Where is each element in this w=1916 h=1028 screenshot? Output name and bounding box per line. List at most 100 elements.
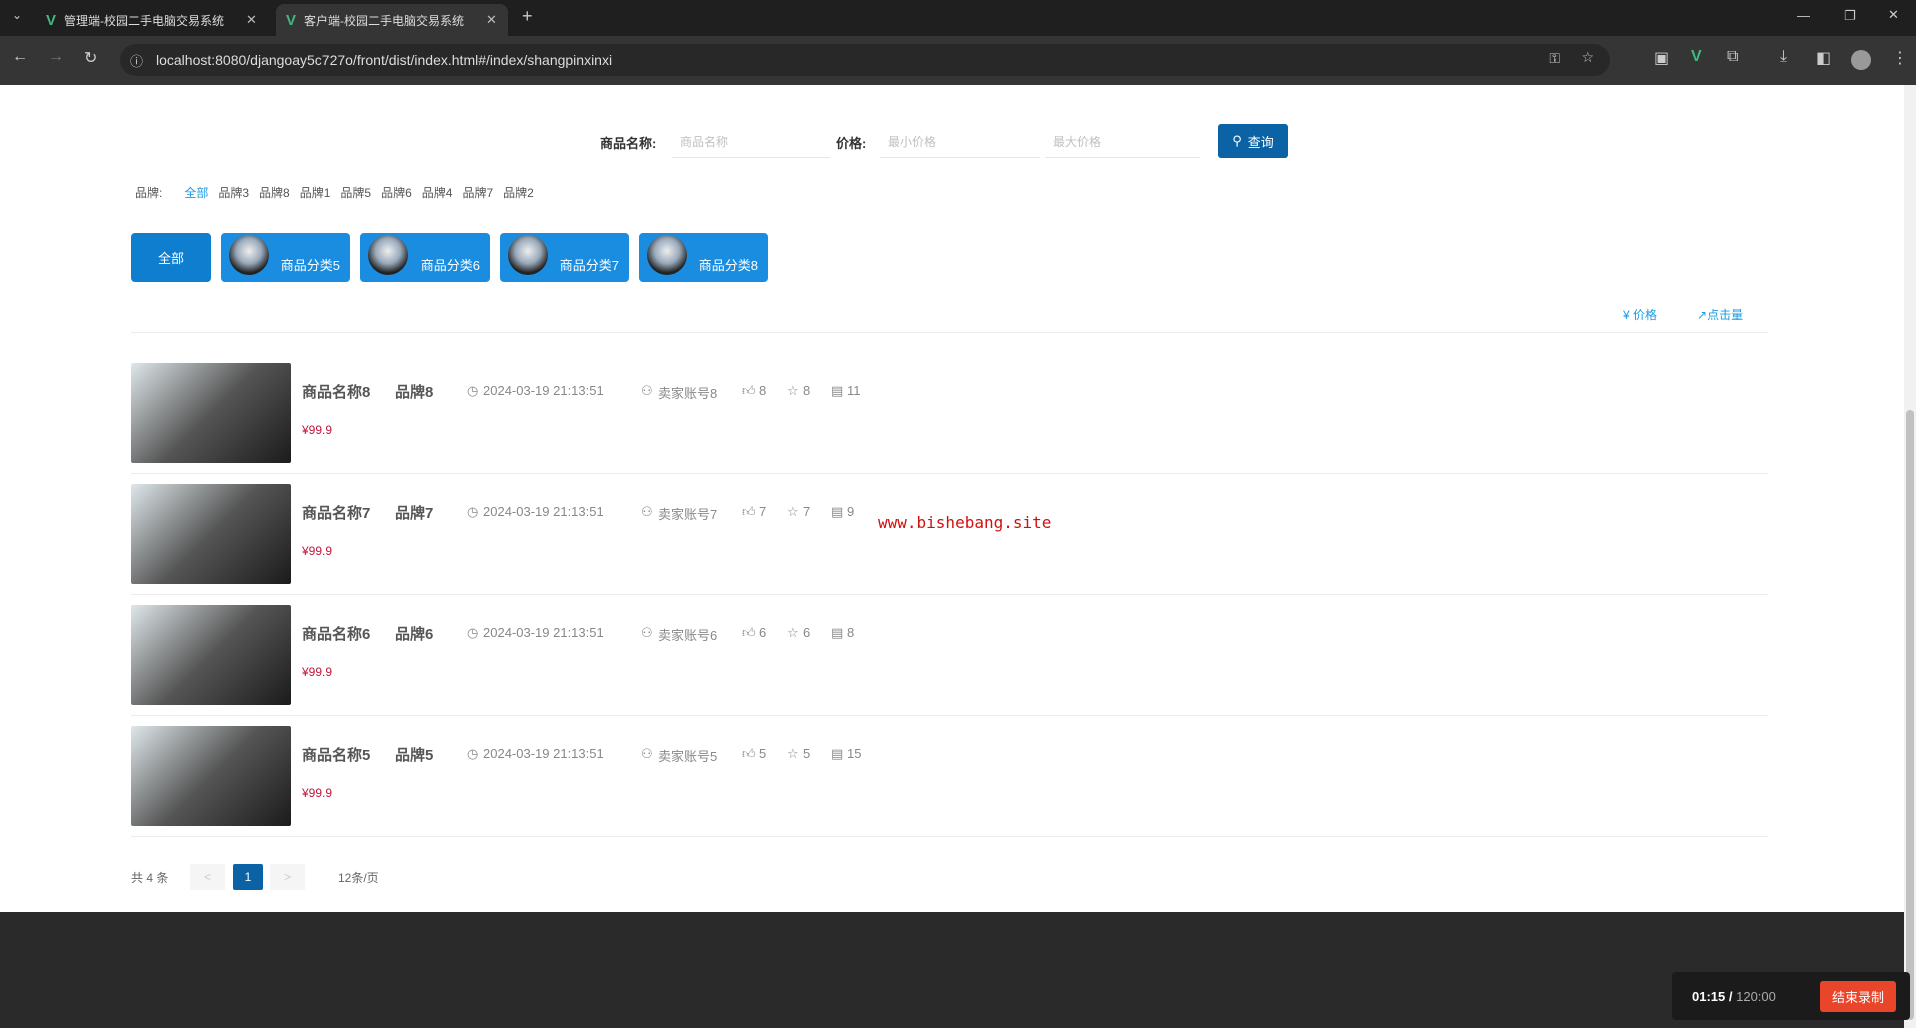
product-likes: 8: [759, 383, 767, 398]
side-panel-icon[interactable]: ◧: [1816, 48, 1831, 68]
product-brand: 品牌5: [395, 747, 434, 764]
tab-list-chevron-icon[interactable]: ⌄: [12, 8, 22, 22]
product-image[interactable]: [131, 484, 291, 584]
product-comments: 15: [847, 746, 862, 761]
user-icon: ⚇: [641, 625, 653, 640]
sort-clicks-label: 点击量: [1707, 308, 1744, 322]
category-all[interactable]: 全部: [131, 233, 211, 282]
min-price-input[interactable]: 最小价格: [880, 126, 1040, 158]
close-window-icon[interactable]: ✕: [1888, 7, 1899, 23]
brand-item[interactable]: 品牌2: [503, 184, 534, 201]
star-icon: ☆: [787, 504, 799, 519]
prev-page-button[interactable]: <: [190, 864, 225, 890]
category-label: 商品分类8: [698, 258, 758, 273]
product-price: ¥99.9: [302, 423, 333, 437]
product-image[interactable]: [131, 726, 291, 826]
category-thumbnail: [368, 235, 408, 275]
browser-tab-bar: ⌄ V 管理端-校园二手电脑交易系统 ✕ V 客户端-校园二手电脑交易系统 ✕ + — …: [0, 0, 1916, 36]
sort-price[interactable]: ¥ 价格: [1623, 306, 1657, 323]
browser-toolbar: ← → ↻ ⓘ localhost:8080/djangoay5c727o/fr…: [0, 36, 1916, 85]
profile-avatar[interactable]: [1851, 50, 1871, 70]
brand-item[interactable]: 品牌6: [381, 184, 412, 201]
tab-client[interactable]: V 客户端-校园二手电脑交易系统 ✕: [276, 4, 508, 36]
category-button[interactable]: 商品分类6: [360, 233, 490, 282]
address-bar[interactable]: ⓘ localhost:8080/djangoay5c727o/front/di…: [120, 44, 1610, 76]
product-price: ¥99.9: [302, 544, 333, 558]
category-button[interactable]: 商品分类8: [639, 233, 768, 282]
tab-title: 客户端-校园二手电脑交易系统: [304, 13, 465, 28]
next-page-button[interactable]: >: [270, 864, 305, 890]
brand-item[interactable]: 品牌3: [218, 184, 249, 201]
password-key-icon[interactable]: ⚿: [1549, 50, 1560, 67]
brand-item[interactable]: 品牌4: [422, 184, 453, 201]
brand-item[interactable]: 品牌1: [300, 184, 331, 201]
scrollbar-thumb[interactable]: [1906, 410, 1914, 1020]
product-price: ¥99.9: [302, 786, 333, 800]
name-input[interactable]: 商品名称: [672, 126, 830, 158]
max-price-placeholder: 最大价格: [1053, 135, 1102, 149]
brand-item[interactable]: 品牌7: [462, 184, 493, 201]
scrollbar[interactable]: [1904, 85, 1916, 1028]
restore-icon[interactable]: ❐: [1844, 8, 1856, 24]
category-label: 商品分类6: [420, 258, 480, 273]
comment-icon: ▤: [831, 504, 844, 519]
back-icon[interactable]: ←: [12, 48, 28, 66]
brand-item[interactable]: 品牌5: [340, 184, 371, 201]
elapsed-time: 01:15 /: [1692, 988, 1733, 1004]
category-thumbnail: [229, 235, 269, 275]
category-thumbnail: [647, 235, 687, 275]
new-tab-icon[interactable]: +: [522, 6, 533, 27]
reload-icon[interactable]: ↻: [84, 48, 97, 68]
brand-label: 品牌:: [135, 186, 163, 200]
clock-icon: ◷: [467, 625, 479, 640]
close-tab-icon[interactable]: ✕: [246, 12, 257, 28]
page-size-select[interactable]: 12条/页: [338, 864, 379, 890]
forward-icon[interactable]: →: [48, 48, 64, 66]
extension-icon[interactable]: ▣: [1654, 48, 1669, 68]
product-time: 2024-03-19 21:13:51: [483, 383, 604, 398]
extensions-puzzle-icon[interactable]: ⧉: [1727, 48, 1738, 66]
page-1-button[interactable]: 1: [233, 864, 263, 890]
product-time: 2024-03-19 21:13:51: [483, 504, 604, 519]
search-button[interactable]: ⚲ 查询: [1218, 124, 1288, 158]
max-price-input[interactable]: 最大价格: [1045, 126, 1200, 158]
menu-icon[interactable]: ⋮: [1892, 48, 1908, 68]
product-brand: 品牌8: [395, 384, 434, 401]
brand-item[interactable]: 品牌8: [259, 184, 290, 201]
trend-icon: ↗: [1697, 308, 1708, 322]
user-icon: ⚇: [641, 383, 653, 398]
thumbs-up-icon: 👍︎: [742, 746, 756, 761]
product-comments: 11: [847, 383, 861, 398]
product-price: ¥99.9: [302, 665, 333, 679]
bookmark-star-icon[interactable]: ☆: [1581, 49, 1594, 66]
search-button-label: 查询: [1247, 134, 1274, 150]
star-icon: ☆: [787, 625, 799, 640]
clock-icon: ◷: [467, 504, 479, 519]
product-likes: 5: [759, 746, 767, 761]
product-comments: 9: [847, 504, 855, 519]
clock-icon: ◷: [467, 746, 479, 761]
time-limit: 120:00: [1736, 988, 1776, 1004]
tab-admin[interactable]: V 管理端-校园二手电脑交易系统 ✕: [36, 4, 268, 36]
name-placeholder: 商品名称: [680, 135, 729, 149]
watermark: www.bishebang.site: [878, 513, 1052, 532]
site-info-icon[interactable]: ⓘ: [130, 51, 143, 70]
comment-icon: ▤: [831, 625, 844, 640]
category-button[interactable]: 商品分类5: [221, 233, 350, 282]
product-image[interactable]: [131, 605, 291, 705]
stop-recording-button[interactable]: 结束录制: [1819, 980, 1896, 1012]
user-icon: ⚇: [641, 504, 653, 519]
category-button[interactable]: 商品分类7: [500, 233, 629, 282]
comment-icon: ▤: [831, 746, 844, 761]
vue-devtools-icon[interactable]: V: [1691, 48, 1702, 66]
sort-clicks[interactable]: ↗点击量: [1697, 306, 1743, 323]
download-icon[interactable]: ⤓: [1780, 48, 1787, 66]
thumbs-up-icon: 👍︎: [742, 625, 756, 640]
product-brand: 品牌7: [395, 505, 434, 522]
brand-all[interactable]: 全部: [184, 184, 208, 201]
product-image[interactable]: [131, 363, 291, 463]
category-label: 全部: [157, 251, 184, 266]
minimize-icon[interactable]: —: [1797, 8, 1810, 23]
close-tab-icon[interactable]: ✕: [486, 12, 497, 28]
page-size-label: 12条/页: [338, 870, 379, 885]
